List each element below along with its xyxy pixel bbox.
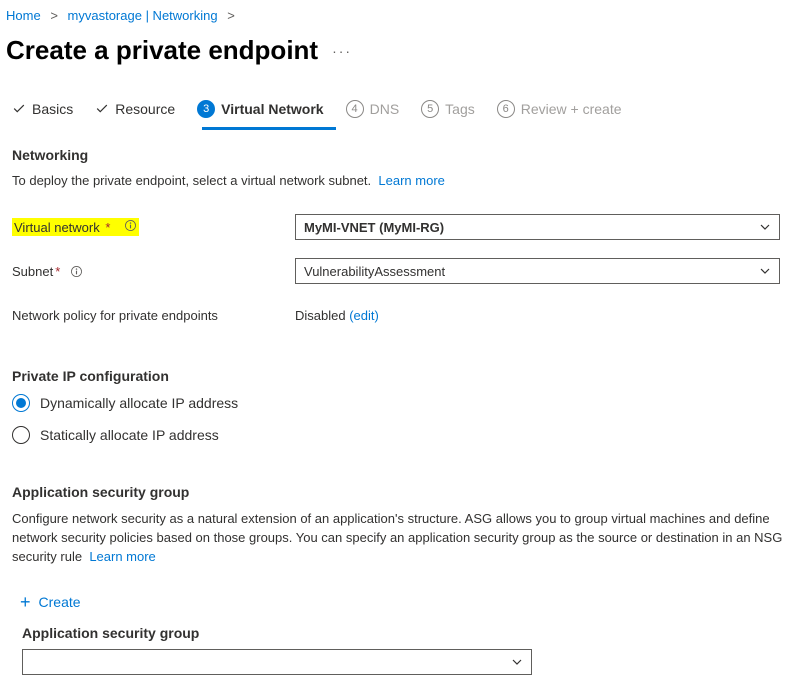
network-policy-edit-link[interactable]: (edit) bbox=[349, 308, 379, 323]
step-number-icon: 4 bbox=[346, 100, 364, 118]
subnet-value: VulnerabilityAssessment bbox=[304, 264, 445, 279]
subnet-label: Subnet bbox=[12, 264, 53, 279]
chevron-right-icon: > bbox=[227, 8, 235, 23]
tab-review-create[interactable]: 6 Review + create bbox=[497, 100, 622, 128]
networking-learn-more-link[interactable]: Learn more bbox=[378, 173, 444, 188]
networking-intro: To deploy the private endpoint, select a… bbox=[12, 173, 798, 188]
breadcrumb-home[interactable]: Home bbox=[6, 8, 41, 23]
tab-label: Tags bbox=[445, 101, 475, 117]
network-policy-label: Network policy for private endpoints bbox=[12, 308, 218, 323]
asg-learn-more-link[interactable]: Learn more bbox=[89, 549, 155, 564]
tab-tags[interactable]: 5 Tags bbox=[421, 100, 475, 128]
section-networking: Networking To deploy the private endpoin… bbox=[2, 129, 808, 332]
page-title-row: Create a private endpoint ··· bbox=[2, 33, 808, 90]
row-network-policy: Network policy for private endpoints Dis… bbox=[12, 298, 798, 332]
radio-dynamic-label: Dynamically allocate IP address bbox=[40, 395, 238, 411]
ip-allocation-radio-group: Dynamically allocate IP address Statical… bbox=[12, 394, 798, 444]
row-subnet: Subnet * VulnerabilityAssessment bbox=[12, 254, 798, 288]
step-number-icon: 5 bbox=[421, 100, 439, 118]
tab-virtual-network[interactable]: 3 Virtual Network bbox=[197, 100, 323, 128]
breadcrumb: Home > myvastorage | Networking > bbox=[2, 6, 808, 33]
tab-resource[interactable]: Resource bbox=[95, 101, 175, 127]
section-private-ip: Private IP configuration Dynamically all… bbox=[2, 342, 808, 444]
tab-label: Virtual Network bbox=[221, 101, 323, 117]
required-asterisk: * bbox=[105, 220, 110, 235]
radio-static-ip[interactable]: Statically allocate IP address bbox=[12, 426, 798, 444]
more-actions-button[interactable]: ··· bbox=[332, 43, 352, 59]
info-icon[interactable] bbox=[70, 265, 83, 278]
networking-heading: Networking bbox=[12, 147, 798, 163]
tab-label: Basics bbox=[32, 101, 73, 117]
virtual-network-label: Virtual network * bbox=[12, 218, 139, 236]
required-asterisk: * bbox=[55, 264, 60, 279]
asg-create-button[interactable]: + Create bbox=[12, 589, 89, 615]
chevron-down-icon bbox=[759, 221, 771, 233]
section-asg: Application security group Configure net… bbox=[2, 458, 808, 675]
radio-button-icon bbox=[12, 394, 30, 412]
check-icon bbox=[95, 102, 109, 116]
radio-static-label: Statically allocate IP address bbox=[40, 427, 219, 443]
tabs: Basics Resource 3 Virtual Network 4 DNS … bbox=[2, 90, 808, 128]
asg-sub-section: Application security group bbox=[12, 625, 798, 675]
asg-description: Configure network security as a natural … bbox=[12, 510, 798, 567]
chevron-right-icon: > bbox=[50, 8, 58, 23]
tab-label: Review + create bbox=[521, 101, 622, 117]
networking-intro-text: To deploy the private endpoint, select a… bbox=[12, 173, 371, 188]
vnet-label-text: Virtual network bbox=[14, 220, 100, 235]
step-number-icon: 3 bbox=[197, 100, 215, 118]
radio-dynamic-ip[interactable]: Dynamically allocate IP address bbox=[12, 394, 798, 412]
tab-label: Resource bbox=[115, 101, 175, 117]
tab-dns[interactable]: 4 DNS bbox=[346, 100, 400, 128]
private-ip-heading: Private IP configuration bbox=[12, 368, 798, 384]
check-icon bbox=[12, 102, 26, 116]
tab-label: DNS bbox=[370, 101, 400, 117]
step-number-icon: 6 bbox=[497, 100, 515, 118]
page-title: Create a private endpoint bbox=[6, 35, 318, 66]
plus-icon: + bbox=[20, 593, 31, 611]
tab-active-underline bbox=[202, 127, 336, 130]
subnet-select[interactable]: VulnerabilityAssessment bbox=[295, 258, 780, 284]
radio-button-icon bbox=[12, 426, 30, 444]
tab-basics[interactable]: Basics bbox=[12, 101, 73, 127]
breadcrumb-resource[interactable]: myvastorage | Networking bbox=[68, 8, 218, 23]
asg-sub-label: Application security group bbox=[22, 625, 798, 641]
row-virtual-network: Virtual network * MyMI-VNET (MyMI-RG) bbox=[12, 210, 798, 244]
asg-create-label: Create bbox=[39, 594, 81, 610]
tab-underline-row bbox=[12, 128, 798, 129]
chevron-down-icon bbox=[511, 656, 523, 668]
chevron-down-icon bbox=[759, 265, 771, 277]
network-policy-value: Disabled bbox=[295, 308, 346, 323]
virtual-network-select[interactable]: MyMI-VNET (MyMI-RG) bbox=[295, 214, 780, 240]
info-icon[interactable] bbox=[124, 219, 137, 232]
asg-heading: Application security group bbox=[12, 484, 798, 500]
asg-select[interactable] bbox=[22, 649, 532, 675]
virtual-network-value: MyMI-VNET (MyMI-RG) bbox=[304, 220, 444, 235]
